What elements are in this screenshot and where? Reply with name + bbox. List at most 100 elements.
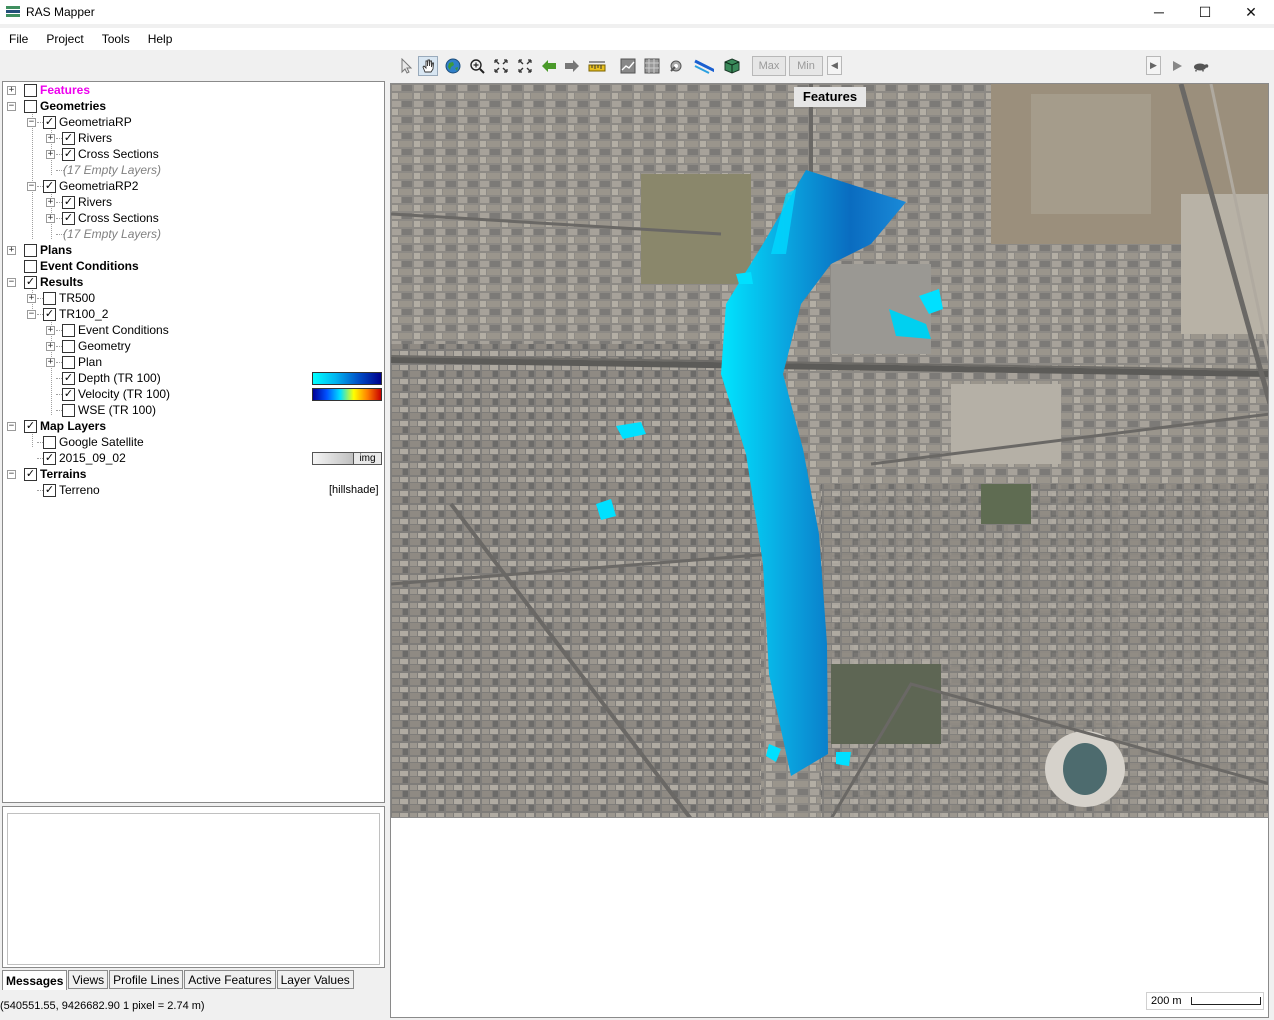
- tr100-2-label[interactable]: TR100_2: [59, 307, 108, 321]
- back-arrow-icon[interactable]: [539, 56, 559, 76]
- full-extent-icon[interactable]: [515, 56, 535, 76]
- geometria-rp2-checkbox[interactable]: ✓: [43, 180, 56, 193]
- depth-legend-ramp[interactable]: [312, 372, 382, 385]
- tr500-checkbox[interactable]: [43, 292, 56, 305]
- geometries-label[interactable]: Geometries: [40, 99, 106, 113]
- geometria-rp-label[interactable]: GeometriaRP: [59, 115, 132, 129]
- result-geometry-expander[interactable]: +: [46, 342, 55, 351]
- depth-label[interactable]: Depth (TR 100): [78, 371, 161, 385]
- forward-arrow-icon[interactable]: [562, 56, 582, 76]
- messages-textbox[interactable]: [7, 813, 380, 965]
- time-slider-track[interactable]: [851, 56, 1154, 75]
- min-button[interactable]: Min: [789, 56, 823, 76]
- geometries-checkbox[interactable]: [24, 100, 37, 113]
- image-layer-legend[interactable]: img: [312, 452, 382, 465]
- tr500-label[interactable]: TR500: [59, 291, 95, 305]
- event-conditions-checkbox[interactable]: [24, 260, 37, 273]
- geometria-rp-expander[interactable]: −: [27, 118, 36, 127]
- features-expander[interactable]: +: [7, 86, 16, 95]
- cross-sections-checkbox[interactable]: ✓: [62, 148, 75, 161]
- map-view[interactable]: [390, 83, 1269, 818]
- rivers-checkbox[interactable]: ✓: [62, 132, 75, 145]
- hillshade-tag[interactable]: [hillshade]: [329, 484, 379, 496]
- animation-speed-turtle-icon[interactable]: [1190, 56, 1210, 76]
- map-layers-label[interactable]: Map Layers: [40, 419, 106, 433]
- results-checkbox[interactable]: ✓: [24, 276, 37, 289]
- tab-active-features[interactable]: Active Features: [184, 970, 276, 989]
- geometria-rp2-label[interactable]: GeometriaRP2: [59, 179, 138, 193]
- google-satellite-checkbox[interactable]: [43, 436, 56, 449]
- measure-ruler-icon[interactable]: [587, 56, 607, 76]
- image-layer-label[interactable]: 2015_09_02: [59, 451, 126, 465]
- depth-checkbox[interactable]: ✓: [62, 372, 75, 385]
- plans-expander[interactable]: +: [7, 246, 16, 255]
- image-layer-checkbox[interactable]: ✓: [43, 452, 56, 465]
- zoom-in-icon[interactable]: [467, 56, 487, 76]
- velocity-checkbox[interactable]: ✓: [62, 388, 75, 401]
- river-line-icon[interactable]: [694, 56, 714, 76]
- wse-label[interactable]: WSE (TR 100): [78, 403, 156, 417]
- velocity-legend-ramp[interactable]: [312, 388, 382, 401]
- result-event-conditions-checkbox[interactable]: [62, 324, 75, 337]
- results-expander[interactable]: −: [7, 278, 16, 287]
- result-event-conditions-expander[interactable]: +: [46, 326, 55, 335]
- globe-icon[interactable]: [443, 56, 463, 76]
- google-satellite-label[interactable]: Google Satellite: [59, 435, 144, 449]
- cross-sections-label[interactable]: Cross Sections: [78, 147, 159, 161]
- max-button[interactable]: Max: [752, 56, 786, 76]
- 3d-view-cube-icon[interactable]: [722, 56, 742, 76]
- menu-project[interactable]: Project: [37, 32, 92, 46]
- geometria-rp-checkbox[interactable]: ✓: [43, 116, 56, 129]
- tab-views[interactable]: Views: [68, 970, 109, 989]
- result-event-conditions-label[interactable]: Event Conditions: [78, 323, 169, 337]
- tab-messages[interactable]: Messages: [2, 970, 68, 990]
- geometries-expander[interactable]: −: [7, 102, 16, 111]
- result-plan-label[interactable]: Plan: [78, 355, 102, 369]
- maximize-button[interactable]: ☐: [1182, 0, 1228, 24]
- tr500-expander[interactable]: +: [27, 294, 36, 303]
- select-arrow-icon[interactable]: [396, 56, 416, 76]
- result-geometry-checkbox[interactable]: [62, 340, 75, 353]
- map-layers-checkbox[interactable]: ✓: [24, 420, 37, 433]
- tr100-2-checkbox[interactable]: ✓: [43, 308, 56, 321]
- rivers2-label[interactable]: Rivers: [78, 195, 112, 209]
- cross-sections-expander[interactable]: +: [46, 150, 55, 159]
- time-scroll-left-button[interactable]: ◀: [827, 56, 842, 75]
- plans-label[interactable]: Plans: [40, 243, 72, 257]
- cross-sections2-expander[interactable]: +: [46, 214, 55, 223]
- result-plan-expander[interactable]: +: [46, 358, 55, 367]
- terrains-checkbox[interactable]: ✓: [24, 468, 37, 481]
- result-geometry-label[interactable]: Geometry: [78, 339, 131, 353]
- zoom-extent-icon[interactable]: [491, 56, 511, 76]
- time-scroll-right-button[interactable]: ▶: [1146, 56, 1161, 75]
- menu-tools[interactable]: Tools: [93, 32, 139, 46]
- rivers2-checkbox[interactable]: ✓: [62, 196, 75, 209]
- empty-layers2-label[interactable]: (17 Empty Layers): [63, 227, 161, 241]
- minimize-button[interactable]: ─: [1136, 0, 1182, 24]
- tab-profile-lines[interactable]: Profile Lines: [109, 970, 184, 989]
- geometria-rp2-expander[interactable]: −: [27, 182, 36, 191]
- terreno-checkbox[interactable]: ✓: [43, 484, 56, 497]
- map-layers-expander[interactable]: −: [7, 422, 16, 431]
- terreno-label[interactable]: Terreno: [59, 483, 100, 497]
- cross-sections2-label[interactable]: Cross Sections: [78, 211, 159, 225]
- empty-layers-label[interactable]: (17 Empty Layers): [63, 163, 161, 177]
- results-label[interactable]: Results: [40, 275, 83, 289]
- terrains-label[interactable]: Terrains: [40, 467, 86, 481]
- profile-chart-icon[interactable]: [618, 56, 638, 76]
- features-label[interactable]: Features: [40, 83, 90, 97]
- result-plan-checkbox[interactable]: [62, 356, 75, 369]
- velocity-label[interactable]: Velocity (TR 100): [78, 387, 170, 401]
- close-button[interactable]: ✕: [1228, 0, 1274, 24]
- terrains-expander[interactable]: −: [7, 470, 16, 479]
- menu-help[interactable]: Help: [139, 32, 182, 46]
- menu-file[interactable]: File: [0, 32, 37, 46]
- raster-grid-icon[interactable]: [642, 56, 662, 76]
- rivers2-expander[interactable]: +: [46, 198, 55, 207]
- play-icon[interactable]: [1167, 56, 1187, 76]
- pan-hand-icon[interactable]: [418, 56, 438, 76]
- rivers-label[interactable]: Rivers: [78, 131, 112, 145]
- features-checkbox[interactable]: [24, 84, 37, 97]
- tr100-2-expander[interactable]: −: [27, 310, 36, 319]
- tools-gear-icon[interactable]: [666, 56, 686, 76]
